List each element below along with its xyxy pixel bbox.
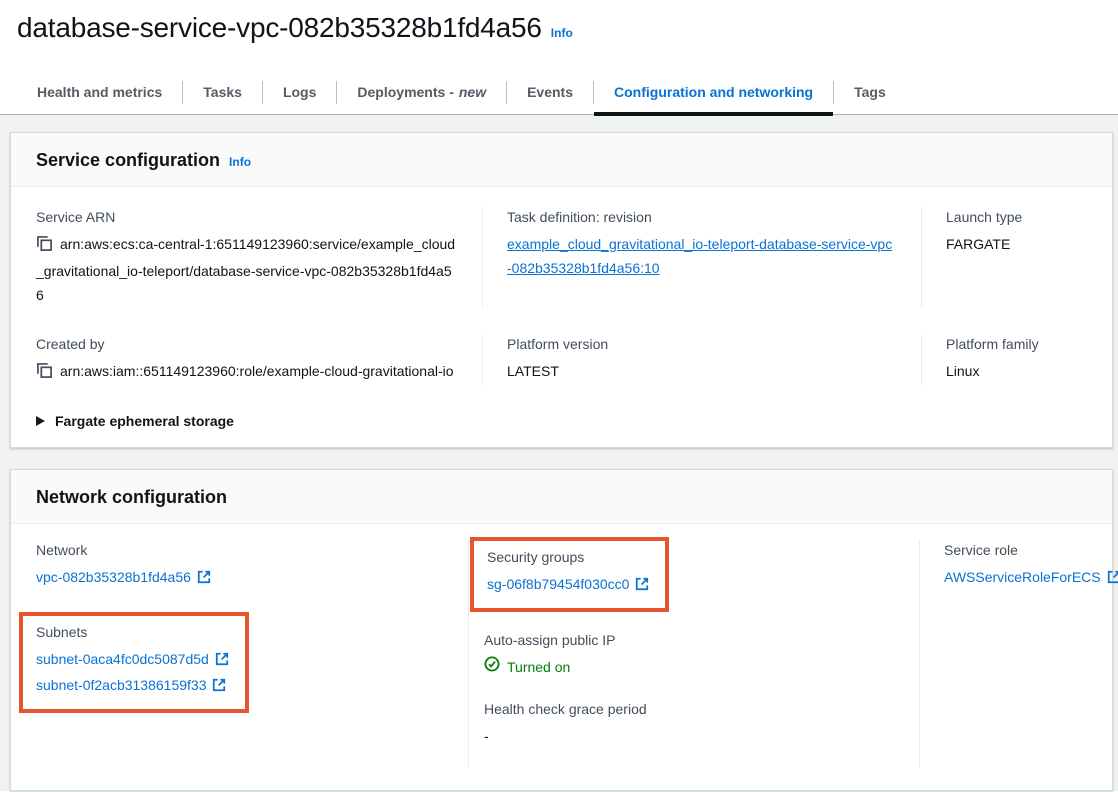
service-configuration-info-link[interactable]: Info	[229, 155, 251, 169]
network-column-2: Security groups sg-06f8b79454f030cc0 Aut…	[468, 540, 919, 768]
launch-type-value: FARGATE	[946, 232, 1061, 256]
task-definition-link[interactable]: example_cloud_gravitational_io-teleport-…	[507, 236, 892, 276]
field-network: Network vpc-082b35328b1fd4a56	[36, 540, 448, 591]
security-groups-highlight-box: Security groups sg-06f8b79454f030cc0	[470, 537, 669, 612]
status-turned-on: Turned on	[484, 655, 899, 679]
service-configuration-header: Service configuration Info	[11, 133, 1112, 187]
external-link-icon	[635, 574, 649, 598]
platform-version-value: LATEST	[507, 359, 895, 383]
page-title-info-link[interactable]: Info	[551, 26, 573, 40]
external-link-icon	[212, 675, 226, 699]
field-health-check-grace-period: Health check grace period -	[484, 699, 899, 748]
external-link-icon	[1107, 567, 1118, 591]
service-configuration-row-1: Service ARN arn:aws:ecs:ca-central-1:651…	[36, 207, 1087, 307]
caret-right-icon	[36, 416, 45, 426]
page-header: database-service-vpc-082b35328b1fd4a56 I…	[0, 0, 1118, 44]
security-group-link[interactable]: sg-06f8b79454f030cc0	[487, 576, 649, 592]
external-link-icon	[215, 649, 229, 673]
check-circle-icon	[484, 655, 500, 679]
field-platform-family: Platform family Linux	[921, 334, 1087, 386]
network-configuration-body: Network vpc-082b35328b1fd4a56 Subnets su…	[11, 524, 1112, 790]
fargate-ephemeral-storage-expander[interactable]: Fargate ephemeral storage	[36, 413, 1087, 429]
field-service-role: Service role AWSServiceRoleForECS	[944, 540, 1118, 591]
external-link-icon	[197, 567, 211, 591]
subnets-highlight-box: Subnets subnet-0aca4fc0dc5087d5d subnet-…	[19, 612, 249, 713]
service-configuration-card: Service configuration Info Service ARN a…	[10, 132, 1113, 448]
field-service-arn: Service ARN arn:aws:ecs:ca-central-1:651…	[36, 207, 482, 307]
platform-family-value: Linux	[946, 359, 1061, 383]
field-platform-version: Platform version LATEST	[482, 334, 921, 386]
network-configuration-title: Network configuration	[36, 487, 227, 508]
tab-configuration-and-networking[interactable]: Configuration and networking	[594, 71, 833, 114]
copy-icon[interactable]	[36, 362, 53, 386]
copy-icon[interactable]	[36, 235, 53, 259]
health-check-grace-period-value: -	[484, 724, 899, 748]
created-by-value: arn:aws:iam::651149123960:role/example-c…	[60, 363, 454, 379]
field-launch-type: Launch type FARGATE	[921, 207, 1087, 307]
field-task-definition: Task definition: revision example_cloud_…	[482, 207, 921, 307]
content-area: Service configuration Info Service ARN a…	[0, 115, 1118, 791]
field-created-by: Created by arn:aws:iam::651149123960:rol…	[36, 334, 482, 386]
service-arn-value: arn:aws:ecs:ca-central-1:651149123960:se…	[36, 236, 455, 303]
tab-bar: Health and metrics Tasks Logs Deployment…	[0, 71, 1118, 115]
tab-tasks[interactable]: Tasks	[183, 71, 262, 114]
page-title: database-service-vpc-082b35328b1fd4a56	[17, 12, 542, 44]
tab-health-and-metrics[interactable]: Health and metrics	[17, 71, 182, 114]
service-configuration-title: Service configuration	[36, 150, 220, 171]
tab-tags[interactable]: Tags	[834, 71, 906, 114]
network-column-3: Service role AWSServiceRoleForECS	[919, 540, 1118, 768]
field-auto-assign-public-ip: Auto-assign public IP Turned on	[484, 630, 899, 679]
vpc-link[interactable]: vpc-082b35328b1fd4a56	[36, 569, 211, 585]
service-configuration-body: Service ARN arn:aws:ecs:ca-central-1:651…	[11, 187, 1112, 447]
tab-events[interactable]: Events	[507, 71, 593, 114]
service-role-link[interactable]: AWSServiceRoleForECS	[944, 569, 1118, 585]
subnet-link-1[interactable]: subnet-0aca4fc0dc5087d5d	[36, 651, 229, 667]
ecs-service-page: database-service-vpc-082b35328b1fd4a56 I…	[0, 0, 1118, 792]
tab-deployments[interactable]: Deployments -new	[337, 71, 506, 114]
network-configuration-card: Network configuration Network vpc-082b35…	[10, 469, 1113, 791]
tab-logs[interactable]: Logs	[263, 71, 336, 114]
tab-deployments-new-badge: new	[459, 84, 486, 100]
network-column-1: Network vpc-082b35328b1fd4a56 Subnets su…	[36, 540, 468, 768]
subnet-link-2[interactable]: subnet-0f2acb31386159f33	[36, 677, 226, 693]
service-configuration-row-2: Created by arn:aws:iam::651149123960:rol…	[36, 334, 1087, 386]
network-configuration-header: Network configuration	[11, 470, 1112, 524]
